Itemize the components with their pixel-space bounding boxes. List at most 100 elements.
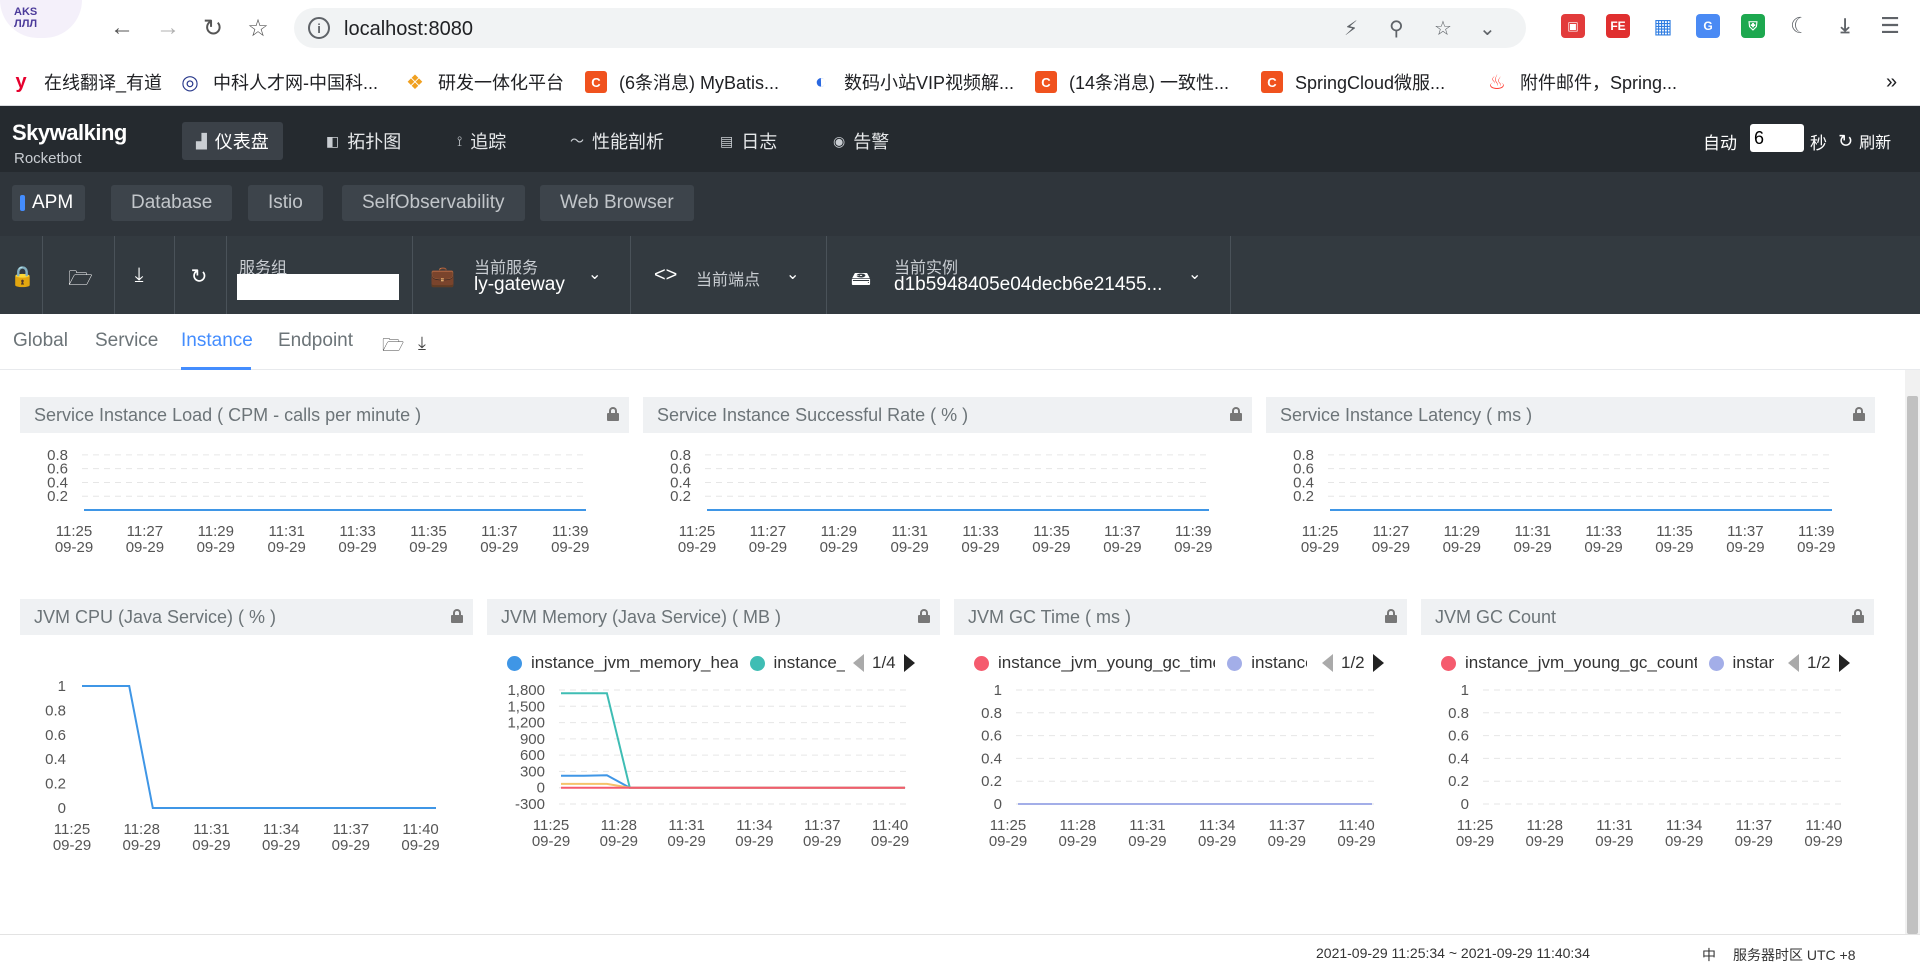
language-toggle[interactable]: 中 [1702, 945, 1716, 965]
tab-endpoint[interactable]: Endpoint [278, 330, 353, 352]
reload-icon[interactable]: ↻ [197, 12, 229, 44]
bookmark-favicon-icon: C [1035, 71, 1057, 93]
lock-icon[interactable]: 🔒 [10, 264, 35, 289]
divider [114, 236, 115, 314]
prev-page-icon[interactable] [853, 654, 864, 672]
extension-fe-icon[interactable]: FE [1606, 14, 1630, 38]
folder-icon[interactable]: 🗁 [68, 264, 93, 298]
chevron-down-icon[interactable]: ⌄ [1479, 16, 1496, 41]
x-tick-label: 09-29 [1595, 833, 1633, 850]
x-tick-label: 09-29 [192, 837, 230, 854]
x-tick-label: 11:25 [1302, 523, 1338, 540]
nav-log[interactable]: ▤ 日志 [706, 122, 791, 160]
url-text[interactable]: localhost:8080 [344, 18, 473, 41]
legend-pager[interactable]: 1/2 [1788, 652, 1850, 674]
x-tick-label: 09-29 [735, 833, 773, 850]
download-icon[interactable]: ⤓ [128, 264, 150, 287]
y-tick-label: 300 [520, 763, 545, 780]
x-tick-label: 11:39 [1798, 523, 1834, 540]
legend-pager[interactable]: 1/2 [1322, 652, 1384, 674]
lightning-icon[interactable]: ⚡ [1344, 16, 1358, 41]
legend-pager[interactable]: 1/4 [853, 652, 915, 674]
extension-grid-icon[interactable]: ▦ [1651, 14, 1675, 38]
download-icon[interactable]: ⤓ [418, 333, 426, 354]
nav-topology[interactable]: ◧ 拓扑图 [312, 122, 415, 160]
nav-profile[interactable]: 〜性能剖析 [556, 122, 678, 160]
bookmark-favicon-icon: C [585, 71, 607, 93]
site-info-icon[interactable]: i [308, 17, 330, 39]
download-icon[interactable]: ⤓ [1833, 14, 1857, 38]
prev-page-icon[interactable] [1322, 654, 1333, 672]
layer-tab-database[interactable]: Database [111, 185, 233, 221]
layer-tab-web-browser[interactable]: Web Browser [540, 185, 694, 221]
lock-icon[interactable] [918, 609, 930, 623]
lock-icon[interactable] [1230, 407, 1242, 421]
bookmarks-overflow-icon[interactable]: » [1886, 70, 1897, 94]
bookmark-star-icon[interactable]: ☆ [242, 12, 274, 44]
layer-tab-apm[interactable]: APM [12, 185, 86, 221]
bookmark-item[interactable]: ♨ 附件邮件，Spring... [1486, 70, 1677, 94]
chart-load: 0.20.40.60.811:2509-2911:2709-2911:2909-… [47, 447, 589, 556]
legend-item[interactable]: instance_jvm_young_gc_time [974, 653, 1215, 673]
forward-icon[interactable]: → [152, 12, 184, 44]
lock-icon[interactable] [1852, 609, 1864, 623]
bookmark-item[interactable]: C SpringCloud微服... [1261, 70, 1445, 94]
menu-icon[interactable]: ☰ [1878, 13, 1902, 38]
bookmark-item[interactable]: C (6条消息) MyBatis... [585, 70, 779, 94]
service-group-input[interactable] [237, 274, 399, 300]
divider [1230, 236, 1231, 314]
back-icon[interactable]: ← [106, 12, 138, 44]
layer-tab-selfobservability[interactable]: SelfObservability [342, 185, 525, 221]
y-tick-label: 0.8 [1293, 447, 1314, 464]
legend-item[interactable]: instance_jvm_old_gc_time [1227, 653, 1307, 673]
x-tick-label: 11:25 [679, 523, 715, 540]
legend-item[interactable]: instance_jvm_memory_heap [507, 653, 738, 673]
scrollbar-thumb[interactable] [1907, 396, 1918, 934]
x-tick-label: 09-29 [1735, 833, 1773, 850]
bookmark-item[interactable]: y 在线翻译_有道 [10, 70, 162, 94]
auto-refresh-input[interactable] [1750, 124, 1804, 152]
shield-icon[interactable]: ⛨ [1741, 14, 1765, 38]
refresh-icon: ↻ [1838, 130, 1854, 151]
tab-service[interactable]: Service [95, 330, 158, 352]
x-tick-label: 09-29 [1665, 833, 1703, 850]
instance-selector[interactable]: 当前实例 d1b5948405e04decb6e21455... ⌄ [892, 236, 1232, 314]
translate-icon[interactable]: G [1696, 14, 1720, 38]
legend-item[interactable]: instance_jvm_young_gc_count [1441, 653, 1697, 673]
refresh-button[interactable]: ↻ 刷新 [1838, 129, 1891, 153]
legend-item[interactable]: instance_jvm_old_gc_count [1708, 653, 1774, 673]
legend-item[interactable]: instance_jvm_memory_heap_max [749, 653, 845, 673]
next-page-icon[interactable] [903, 654, 915, 672]
bookmark-item[interactable]: C (14条消息) 一致性... [1035, 70, 1229, 94]
divider [630, 236, 631, 314]
prev-page-icon[interactable] [1788, 654, 1799, 672]
lock-icon[interactable] [1385, 609, 1397, 623]
nav-alarm[interactable]: ◉ 告警 [819, 122, 903, 160]
service-selector[interactable]: 当前服务 ly-gateway ⌄ [470, 236, 630, 314]
sync-icon[interactable]: ↻ [188, 264, 210, 289]
bookmark-item[interactable]: ❖ 研发一体化平台 [404, 70, 564, 94]
nav-trace[interactable]: ⟟ 追踪 [443, 122, 520, 160]
instance-value: d1b5948405e04decb6e21455... [894, 274, 1163, 295]
extension-red-icon[interactable]: ▣ [1561, 14, 1585, 38]
endpoint-selector[interactable]: 当前端点 ⌄ [696, 236, 826, 314]
next-page-icon[interactable] [1372, 654, 1384, 672]
tab-instance[interactable]: Instance [181, 330, 253, 352]
lock-icon[interactable] [451, 609, 463, 623]
address-bar[interactable]: i localhost:8080 ⚡ ⚲ ☆ ⌄ [294, 8, 1526, 48]
folder-icon[interactable]: 🗁 [382, 333, 404, 363]
lock-icon[interactable] [607, 407, 619, 421]
lock-icon[interactable] [1853, 407, 1865, 421]
star-icon[interactable]: ☆ [1434, 16, 1452, 41]
time-range[interactable]: 2021-09-29 11:25:34 ~ 2021-09-29 11:40:3… [1316, 945, 1590, 961]
y-tick-label: 0.6 [45, 727, 66, 744]
nav-dashboard[interactable]: ▟ 仪表盘 [182, 122, 283, 160]
dark-mode-icon[interactable]: ☾ [1788, 13, 1812, 38]
zoom-icon[interactable]: ⚲ [1389, 16, 1404, 41]
layer-tab-istio[interactable]: Istio [248, 185, 323, 221]
next-page-icon[interactable] [1838, 654, 1850, 672]
tab-global[interactable]: Global [13, 330, 68, 352]
bookmark-item[interactable]: ◎ 中科人才网-中国科... [179, 70, 378, 94]
profile-avatar[interactable]: AKS ЛЛЛ [0, 0, 82, 38]
bookmark-item[interactable]: ◐ 数码小站VIP视频解... [810, 70, 1014, 94]
